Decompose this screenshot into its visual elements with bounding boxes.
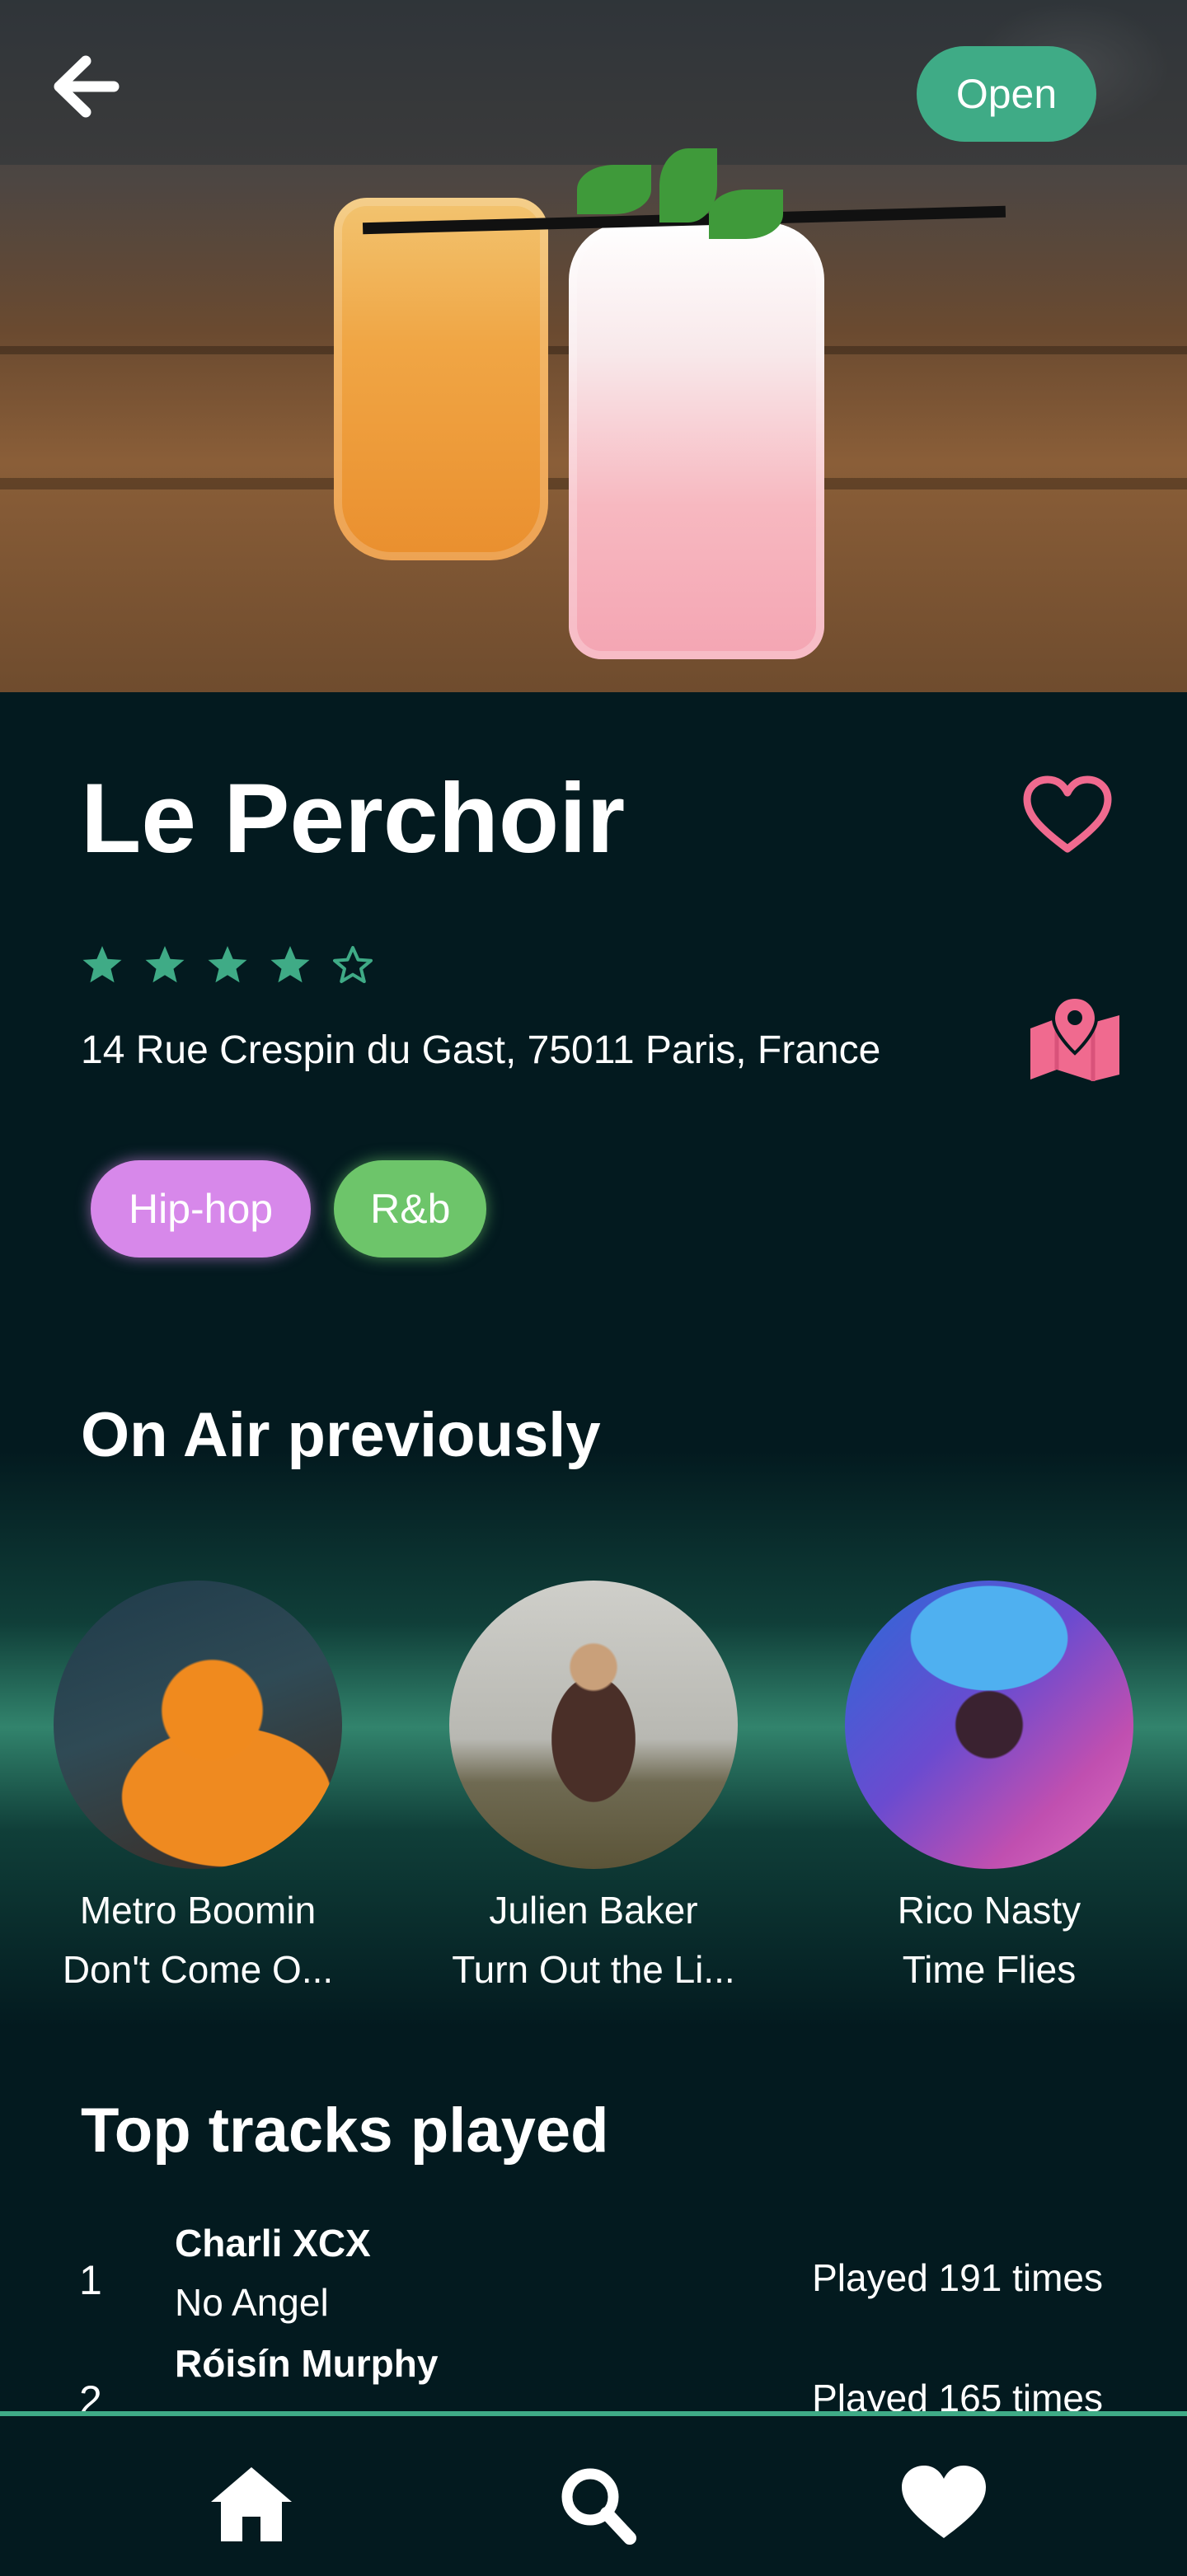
venue-address: 14 Rue Crespin du Gast, 75011 Paris, Fra… bbox=[81, 1028, 881, 1072]
heart-icon[interactable] bbox=[898, 2462, 989, 2545]
genre-tag-hip-hop[interactable]: Hip-hop bbox=[91, 1160, 312, 1258]
on-air-artist-card[interactable]: Metro Boomin Don't Come O... bbox=[33, 1581, 363, 1999]
home-icon[interactable] bbox=[206, 2462, 297, 2545]
artist-name: Rico Nasty bbox=[897, 1889, 1081, 1932]
favorite-heart-icon[interactable] bbox=[1022, 775, 1113, 857]
artist-avatar bbox=[54, 1581, 342, 1869]
track-artist: Charli XCX bbox=[175, 2222, 371, 2265]
artist-name: Julien Baker bbox=[489, 1889, 698, 1932]
track-artist: Róisín Murphy bbox=[175, 2342, 439, 2385]
star-filled-icon bbox=[208, 946, 247, 983]
star-outline-icon bbox=[333, 946, 373, 983]
artist-track: Turn Out the Li... bbox=[452, 1948, 735, 1991]
artist-avatar bbox=[845, 1581, 1133, 1869]
hero-photo-mint-leaf bbox=[577, 165, 651, 214]
hero-photo-mint-leaf bbox=[709, 190, 783, 239]
top-track-row[interactable]: 1 Charli XCX No Angel Played 191 times bbox=[0, 2217, 1187, 2340]
artist-track: Time Flies bbox=[902, 1948, 1077, 1991]
map-pin-icon[interactable] bbox=[1025, 994, 1124, 1081]
hero-photo-pink-drink bbox=[569, 222, 824, 659]
track-play-count: Played 191 times bbox=[812, 2256, 1103, 2299]
star-filled-icon bbox=[145, 946, 185, 983]
on-air-section-title: On Air previously bbox=[81, 1400, 601, 1470]
artist-name: Metro Boomin bbox=[79, 1889, 317, 1932]
genre-tag-rnb[interactable]: R&b bbox=[334, 1160, 487, 1258]
venue-name: Le Perchoir bbox=[81, 763, 626, 873]
back-arrow-icon[interactable] bbox=[46, 49, 120, 124]
top-tracks-section-title: Top tracks played bbox=[81, 2096, 609, 2166]
genre-tags: Hip-hop R&b bbox=[91, 1160, 487, 1258]
star-filled-icon bbox=[82, 946, 122, 983]
star-rating bbox=[81, 944, 374, 986]
track-title: No Angel bbox=[175, 2281, 329, 2324]
star-filled-icon bbox=[270, 946, 310, 983]
hero-photo-orange-drink bbox=[334, 198, 548, 560]
search-icon[interactable] bbox=[552, 2462, 643, 2545]
bottom-navigation bbox=[0, 2411, 1187, 2576]
track-rank: 1 bbox=[79, 2257, 102, 2303]
on-air-artist-card[interactable]: Rico Nasty Time Flies bbox=[824, 1581, 1154, 1999]
artist-avatar bbox=[449, 1581, 738, 1869]
on-air-artist-card[interactable]: Julien Baker Turn Out the Li... bbox=[429, 1581, 758, 1999]
open-status-badge: Open bbox=[917, 46, 1096, 142]
artist-track: Don't Come O... bbox=[62, 1948, 334, 1991]
